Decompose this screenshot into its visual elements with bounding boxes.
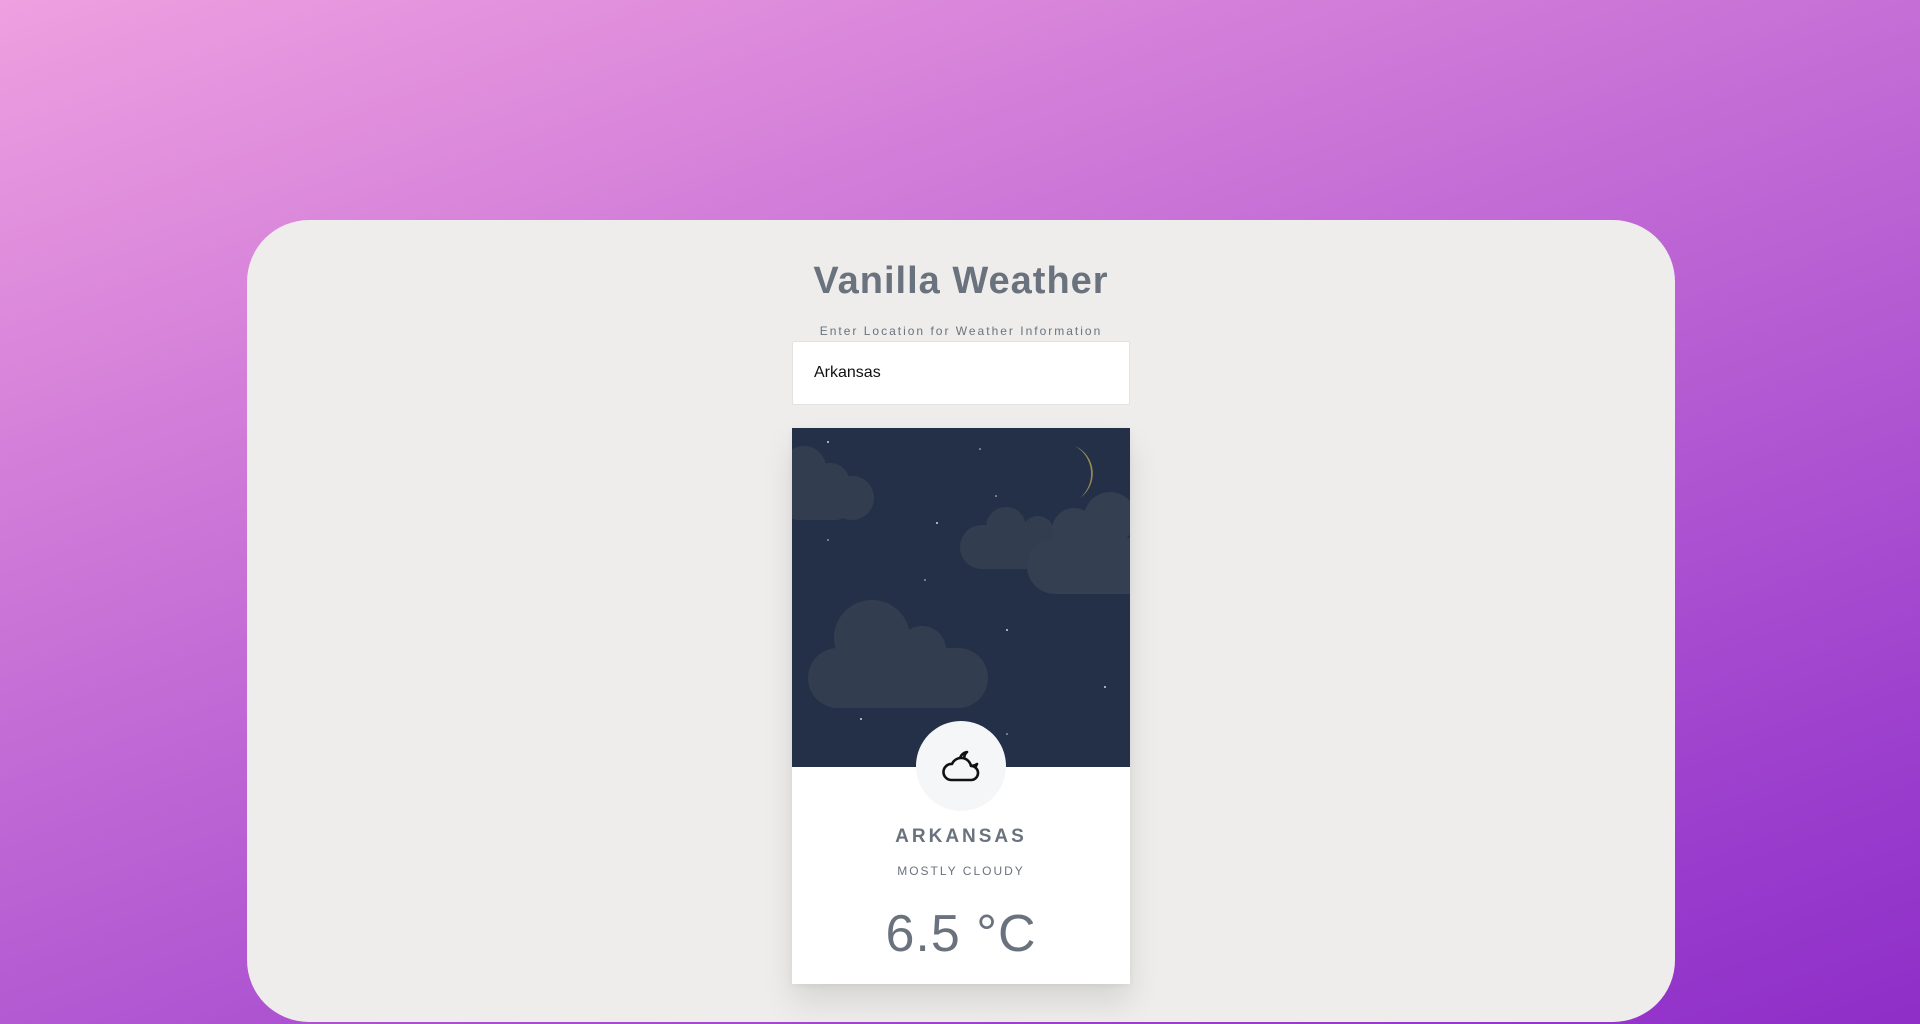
- weather-card: ARKANSAS MOSTLY CLOUDY 6.5 °C: [792, 428, 1130, 984]
- weather-icon-badge: [916, 721, 1006, 811]
- night-sky-illustration: [792, 441, 1130, 735]
- moon-icon: [1018, 446, 1093, 514]
- night-sky-scene: [792, 428, 1130, 767]
- cloud-moon-icon: [942, 750, 980, 782]
- app-title: Vanilla Weather: [813, 260, 1109, 302]
- cloud-icon: [1027, 492, 1130, 594]
- location-name: ARKANSAS: [895, 826, 1027, 847]
- weather-condition: MOSTLY CLOUDY: [897, 864, 1025, 878]
- search-label: Enter Location for Weather Information: [819, 324, 1103, 338]
- cloud-icon: [792, 446, 874, 520]
- app-panel: Vanilla Weather Enter Location for Weath…: [247, 220, 1675, 1022]
- temperature-reading: 6.5 °C: [885, 905, 1037, 963]
- cloud-icon: [808, 600, 988, 708]
- location-search-input[interactable]: [792, 341, 1130, 405]
